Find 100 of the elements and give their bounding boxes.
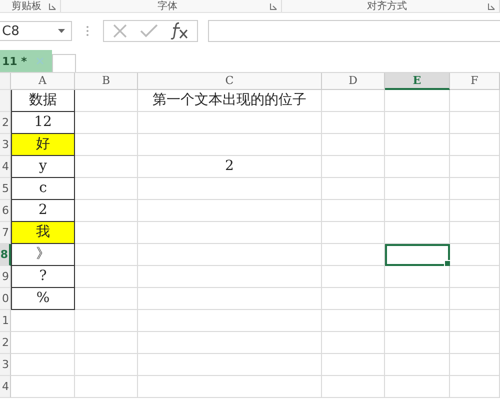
table-cell[interactable] — [450, 112, 500, 134]
row-header[interactable]: 4 — [0, 376, 11, 398]
table-cell[interactable] — [138, 354, 322, 376]
table-cell[interactable] — [450, 90, 500, 112]
row-header[interactable]: 2 — [0, 112, 11, 134]
table-cell[interactable] — [385, 354, 450, 376]
table-cell[interactable] — [322, 354, 385, 376]
table-cell[interactable] — [75, 376, 138, 398]
table-cell[interactable] — [450, 200, 500, 222]
row-header[interactable]: 3 — [0, 134, 11, 156]
table-cell[interactable] — [75, 288, 138, 310]
table-cell[interactable] — [322, 332, 385, 354]
sheet-tab[interactable]: 11 * — [0, 50, 52, 72]
table-cell[interactable] — [322, 112, 385, 134]
table-cell[interactable] — [138, 310, 322, 332]
table-cell[interactable] — [75, 90, 138, 112]
table-cell[interactable] — [385, 266, 450, 288]
formula-input[interactable] — [208, 20, 500, 42]
table-cell[interactable] — [11, 310, 75, 332]
table-cell[interactable] — [75, 200, 138, 222]
table-cell[interactable] — [322, 222, 385, 244]
selected-cell[interactable] — [385, 244, 450, 266]
close-icon[interactable] — [36, 57, 44, 65]
check-icon[interactable] — [140, 24, 158, 38]
table-cell[interactable] — [75, 222, 138, 244]
select-all-corner[interactable] — [0, 73, 11, 90]
table-cell[interactable] — [450, 244, 500, 266]
table-cell[interactable] — [75, 156, 138, 178]
table-cell[interactable] — [11, 376, 75, 398]
table-cell[interactable]: 好 — [11, 134, 75, 156]
column-header[interactable]: C — [138, 73, 322, 90]
row-header[interactable]: 8 — [0, 244, 11, 266]
table-cell[interactable] — [450, 266, 500, 288]
table-cell[interactable] — [75, 112, 138, 134]
table-cell[interactable] — [322, 200, 385, 222]
table-cell[interactable] — [138, 244, 322, 266]
table-cell[interactable] — [75, 354, 138, 376]
table-cell[interactable] — [138, 332, 322, 354]
table-cell[interactable] — [138, 112, 322, 134]
table-cell[interactable] — [75, 244, 138, 266]
table-cell[interactable] — [385, 376, 450, 398]
table-cell[interactable]: y — [11, 156, 75, 178]
table-cell[interactable] — [322, 288, 385, 310]
table-cell[interactable] — [75, 332, 138, 354]
launcher-icon[interactable] — [488, 2, 495, 10]
table-cell[interactable] — [322, 156, 385, 178]
table-cell[interactable] — [450, 332, 500, 354]
row-header[interactable] — [0, 90, 11, 112]
column-header[interactable]: B — [75, 73, 138, 90]
table-cell[interactable] — [385, 310, 450, 332]
table-cell[interactable] — [385, 134, 450, 156]
table-cell[interactable] — [450, 288, 500, 310]
row-header[interactable]: 1 — [0, 310, 11, 332]
row-header[interactable]: 5 — [0, 178, 11, 200]
table-cell[interactable] — [138, 178, 322, 200]
table-cell[interactable]: 数据 — [11, 90, 75, 112]
table-cell[interactable] — [75, 134, 138, 156]
table-cell[interactable] — [138, 288, 322, 310]
row-header[interactable]: 0 — [0, 288, 11, 310]
table-cell[interactable] — [385, 90, 450, 112]
table-cell[interactable] — [75, 310, 138, 332]
row-header[interactable]: 6 — [0, 200, 11, 222]
row-header[interactable]: 4 — [0, 156, 11, 178]
table-cell[interactable] — [385, 332, 450, 354]
table-cell[interactable]: 我 — [11, 222, 75, 244]
table-cell[interactable] — [11, 354, 75, 376]
table-cell[interactable] — [450, 134, 500, 156]
fill-handle[interactable] — [444, 260, 451, 267]
table-cell[interactable] — [138, 134, 322, 156]
table-cell[interactable] — [138, 200, 322, 222]
table-cell[interactable]: 》 — [11, 244, 75, 266]
table-cell[interactable]: % — [11, 288, 75, 310]
table-cell[interactable]: 第一个文本出现的的位子 — [138, 90, 322, 112]
table-cell[interactable] — [385, 112, 450, 134]
table-cell[interactable] — [75, 178, 138, 200]
table-cell[interactable] — [450, 310, 500, 332]
table-cell[interactable] — [322, 178, 385, 200]
table-cell[interactable] — [385, 200, 450, 222]
column-header[interactable]: F — [450, 73, 500, 90]
table-cell[interactable] — [138, 376, 322, 398]
name-box[interactable]: C8 — [0, 21, 72, 41]
table-cell[interactable] — [322, 310, 385, 332]
table-cell[interactable] — [322, 244, 385, 266]
table-cell[interactable] — [322, 266, 385, 288]
table-cell[interactable] — [450, 178, 500, 200]
table-cell[interactable] — [322, 90, 385, 112]
table-cell[interactable] — [138, 266, 322, 288]
dropdown-icon[interactable] — [58, 29, 65, 33]
table-cell[interactable] — [450, 354, 500, 376]
table-cell[interactable] — [385, 288, 450, 310]
function-icon[interactable] — [170, 22, 190, 40]
row-header[interactable]: 2 — [0, 332, 11, 354]
table-cell[interactable] — [138, 222, 322, 244]
table-cell[interactable] — [75, 266, 138, 288]
launcher-icon[interactable] — [270, 2, 278, 10]
table-cell[interactable] — [385, 222, 450, 244]
column-header[interactable]: A — [11, 73, 75, 90]
table-cell[interactable] — [322, 376, 385, 398]
row-header[interactable]: 7 — [0, 222, 11, 244]
row-header[interactable]: 9 — [0, 266, 11, 288]
